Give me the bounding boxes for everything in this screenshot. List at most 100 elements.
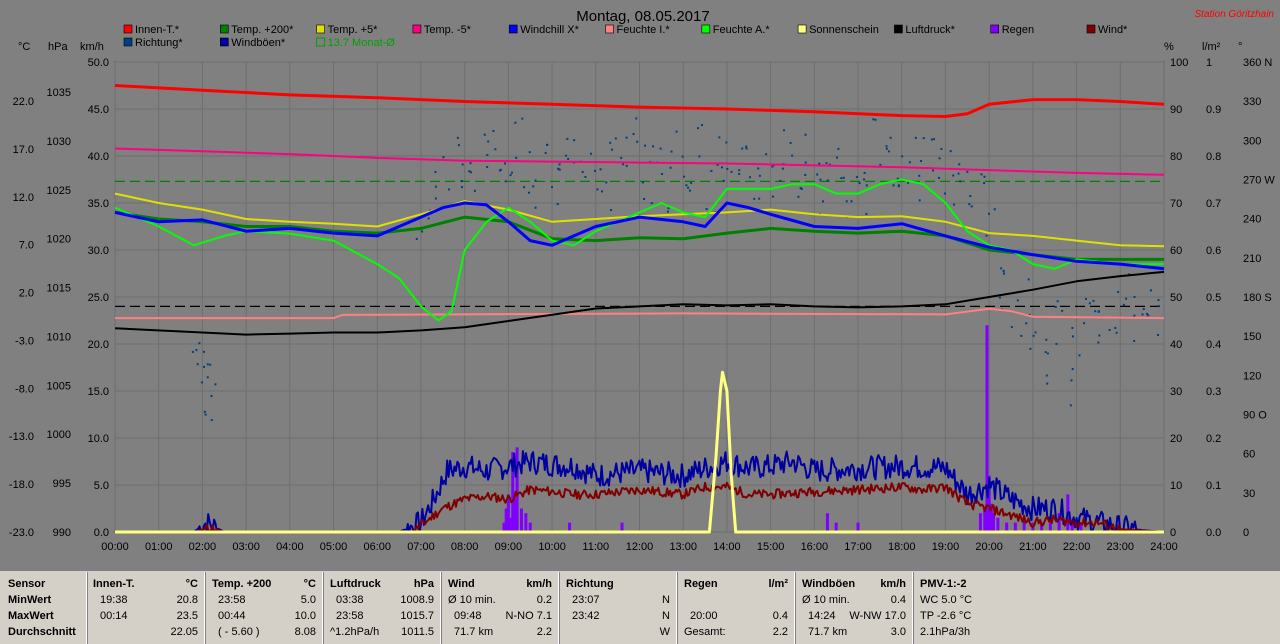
direction-point — [1133, 314, 1136, 317]
stats-header-sensor: Sensor — [8, 578, 46, 590]
direction-point — [1157, 333, 1160, 336]
direction-point — [822, 200, 825, 203]
y-tick-degrees: 0 — [1243, 527, 1249, 539]
direction-point — [797, 195, 800, 198]
direction-point — [605, 181, 608, 184]
x-tick-label: 04:00 — [276, 541, 304, 553]
y-tick-degrees: 300 — [1243, 135, 1261, 147]
direction-point — [456, 136, 459, 139]
direction-point — [966, 170, 969, 173]
y-tick-celsius: -13.0 — [9, 431, 34, 443]
direction-point — [863, 178, 866, 181]
direction-point — [625, 136, 628, 139]
direction-point — [566, 137, 569, 140]
direction-point — [204, 413, 207, 416]
stats-header-temp-unit: °C — [303, 578, 316, 590]
direction-point — [1157, 299, 1160, 302]
direction-point — [573, 139, 576, 142]
direction-point — [858, 182, 861, 185]
legend-label: Temp. +200* — [231, 24, 294, 36]
direction-point — [726, 167, 729, 170]
direction-point — [998, 296, 1001, 299]
direction-point — [567, 157, 570, 160]
stats-innen-min-time: 19:38 — [100, 594, 128, 606]
direction-point — [1133, 340, 1136, 343]
rain-bar — [978, 513, 982, 532]
x-tick-label: 05:00 — [320, 541, 348, 553]
direction-point — [865, 212, 868, 215]
legend-label: Windchill X* — [520, 24, 579, 36]
direction-point — [845, 200, 848, 203]
stats-col-regen: Regen l/m² 20:00 0.4 Gesamt: 2.2 — [678, 572, 795, 644]
y-tick-hpa: 1000 — [47, 429, 71, 441]
stats-richtung-max-value: N — [662, 610, 670, 622]
direction-point — [1027, 278, 1030, 281]
direction-point — [757, 167, 760, 170]
direction-point — [534, 179, 537, 182]
legend-item: Wind* — [1086, 24, 1128, 36]
legend-swatch — [1086, 24, 1096, 34]
x-tick-label: 02:00 — [189, 541, 217, 553]
direction-point — [483, 133, 486, 136]
direction-point — [940, 147, 943, 150]
direction-point — [447, 188, 450, 191]
direction-point — [700, 124, 703, 127]
direction-point — [980, 173, 983, 176]
direction-point — [874, 118, 877, 121]
legend-label: Luftdruck* — [905, 24, 955, 36]
legend-item: Richtung* — [123, 37, 183, 49]
direction-point — [469, 171, 472, 174]
direction-point — [601, 190, 604, 193]
direction-point — [1097, 310, 1100, 313]
legend-label: Temp. +5* — [328, 24, 379, 36]
direction-point — [959, 180, 962, 183]
direction-point — [556, 203, 559, 206]
y-tick-degrees: 180 S — [1243, 292, 1272, 304]
direction-point — [863, 171, 866, 174]
x-tick-label: 12:00 — [626, 541, 654, 553]
rain-bar — [515, 447, 519, 532]
x-tick-label: 24:00 — [1150, 541, 1178, 553]
stats-temp-min-value: 5.0 — [300, 594, 316, 606]
legend-swatch — [797, 24, 807, 34]
direction-point — [610, 148, 613, 151]
direction-point — [504, 162, 507, 165]
stats-innen-min-value: 20.8 — [176, 594, 198, 606]
direction-point — [1071, 326, 1074, 329]
direction-point — [1044, 351, 1047, 354]
y-tick-celsius: 2.0 — [19, 288, 34, 300]
stats-header-boen-unit: km/h — [880, 578, 906, 590]
legend-label: Wind* — [1098, 24, 1128, 36]
y-tick-lm2: 0.8 — [1206, 151, 1221, 163]
y-tick-lm2: 0.9 — [1206, 104, 1221, 116]
stats-luft-min-value: 1008.9 — [400, 594, 434, 606]
x-tick-label: 00:00 — [101, 541, 129, 553]
direction-point — [892, 184, 895, 187]
direction-point — [819, 178, 822, 181]
legend-item: Temp. +200* — [220, 24, 294, 36]
direction-point — [195, 349, 198, 352]
direction-point — [460, 186, 463, 189]
y-tick-degrees: 210 — [1243, 253, 1261, 265]
direction-point — [457, 144, 460, 147]
direction-point — [1115, 331, 1118, 334]
direction-point — [1029, 347, 1032, 350]
direction-point — [850, 200, 853, 203]
legend-item: Feuchte I.* — [605, 24, 670, 36]
stats-header-wind: Wind — [448, 578, 475, 590]
direction-point — [599, 168, 602, 171]
direction-point — [897, 185, 900, 188]
legend-swatch — [894, 24, 903, 34]
direction-point — [914, 136, 917, 139]
direction-point — [514, 121, 517, 124]
legend-swatch — [701, 24, 711, 34]
x-tick-label: 17:00 — [844, 541, 872, 553]
x-tick-label: 01:00 — [145, 541, 173, 553]
direction-point — [836, 156, 839, 159]
direction-point — [620, 156, 623, 159]
direction-point — [564, 154, 567, 157]
stats-header-richtung: Richtung — [566, 578, 614, 590]
y-tick-kmh: 35.0 — [88, 198, 109, 210]
direction-point — [696, 127, 699, 130]
direction-point — [789, 141, 792, 144]
